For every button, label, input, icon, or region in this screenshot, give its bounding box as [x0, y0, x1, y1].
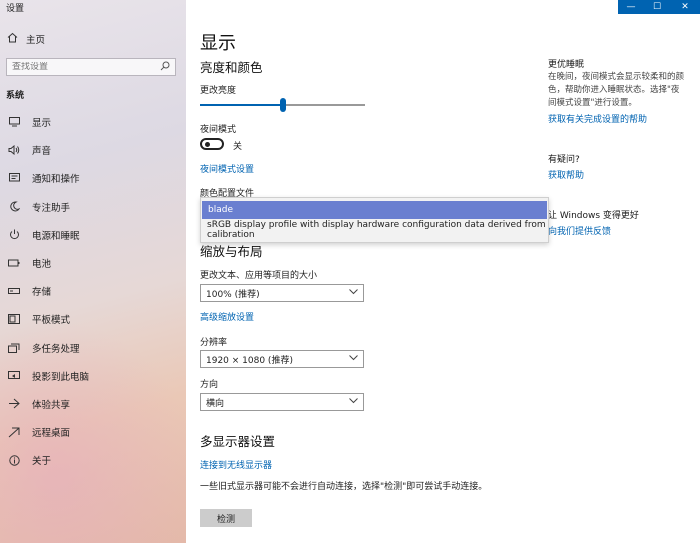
slider-thumb[interactable] — [280, 98, 286, 112]
help-heading: 有疑问? — [548, 155, 580, 165]
feedback-link[interactable]: 向我们提供反馈 — [548, 224, 611, 237]
sidebar-item-label: 电池 — [32, 259, 52, 271]
feedback-heading: 让 Windows 变得更好 — [548, 211, 639, 221]
home-label: 主页 — [26, 35, 46, 46]
section-title: 系统 — [6, 91, 25, 101]
sidebar-item-label: 专注助手 — [32, 202, 71, 214]
slider-fill — [200, 104, 283, 106]
main-content: — ☐ ✕ 显示 亮度和颜色 更改亮度 夜间模式 关 夜间模式设置 颜色配置文件… — [186, 0, 700, 543]
remote-icon — [8, 426, 20, 438]
brightness-slider[interactable] — [200, 98, 365, 112]
sleep-heading: 更优睡眠 — [548, 60, 585, 70]
scale-layout-heading: 缩放与布局 — [200, 244, 263, 259]
sidebar-item-remote-desktop[interactable]: 远程桌面 — [0, 418, 186, 446]
color-profile-option[interactable]: sRGB display profile with display hardwa… — [201, 219, 548, 240]
multi-display-heading: 多显示器设置 — [200, 434, 276, 449]
multi-display-note: 一些旧式显示器可能不会进行自动连接，选择"检测"即可尝试手动连接。 — [200, 482, 488, 492]
home-icon — [6, 32, 18, 46]
sidebar-item-label: 声音 — [32, 146, 52, 158]
chevron-down-icon — [349, 354, 358, 364]
sidebar-item-sound[interactable]: 声音 — [0, 136, 186, 164]
night-light-settings-link[interactable]: 夜间模式设置 — [200, 162, 254, 175]
sidebar-item-shared-experiences[interactable]: 体验共享 — [0, 390, 186, 418]
scale-value: 100% (推荐) — [206, 289, 260, 300]
sidebar-item-focus-assist[interactable]: 专注助手 — [0, 193, 186, 221]
notification-icon — [8, 172, 20, 184]
info-icon — [8, 454, 20, 466]
sidebar-item-label: 存储 — [32, 287, 52, 299]
orientation-label: 方向 — [200, 380, 219, 390]
resolution-label: 分辨率 — [200, 338, 228, 348]
app-title: 设置 — [6, 4, 25, 14]
sidebar-item-battery[interactable]: 电池 — [0, 249, 186, 277]
sidebar-item-label: 关于 — [32, 456, 52, 468]
detect-button[interactable]: 检测 — [200, 509, 252, 527]
sidebar-item-power-sleep[interactable]: 电源和睡眠 — [0, 221, 186, 249]
window-controls: — ☐ ✕ — [618, 0, 700, 14]
moon-icon — [8, 201, 20, 213]
sidebar-item-about[interactable]: 关于 — [0, 446, 186, 474]
sidebar-nav: 显示 声音 通知和操作 专注助手 电源和睡眠 电池 存储 平板模式 多任务处理 … — [0, 108, 186, 474]
sidebar-item-label: 平板模式 — [32, 315, 71, 327]
sleep-desc-line: 间模式设置"进行设置。 — [548, 98, 637, 108]
search-box[interactable] — [6, 58, 176, 76]
sidebar-item-multitasking[interactable]: 多任务处理 — [0, 334, 186, 362]
sidebar-item-label: 通知和操作 — [32, 174, 80, 186]
page-title: 显示 — [200, 33, 236, 54]
night-light-toggle[interactable] — [200, 138, 224, 150]
sleep-description: 在晚间，夜间模式会显示较柔和的颜 色，帮助你进入睡眠状态。选择"夜 间模式设置"… — [548, 71, 684, 110]
orientation-dropdown[interactable]: 横向 — [200, 393, 364, 411]
night-light-label: 夜间模式 — [200, 125, 237, 135]
power-icon — [8, 229, 20, 241]
storage-icon — [8, 285, 20, 297]
brightness-label: 更改亮度 — [200, 86, 237, 96]
sleep-desc-line: 色，帮助你进入睡眠状态。选择"夜 — [548, 85, 680, 95]
scale-label: 更改文本、应用等项目的大小 — [200, 271, 318, 281]
color-profile-option[interactable]: blade — [202, 201, 547, 219]
resolution-dropdown[interactable]: 1920 × 1080 (推荐) — [200, 350, 364, 368]
color-profile-dropdown-list[interactable]: blade sRGB display profile with display … — [200, 197, 549, 243]
resolution-value: 1920 × 1080 (推荐) — [206, 355, 293, 366]
brightness-heading: 亮度和颜色 — [200, 60, 263, 75]
monitor-icon — [8, 116, 20, 128]
share-icon — [8, 398, 20, 410]
get-help-link[interactable]: 获取帮助 — [548, 168, 584, 181]
minimize-button[interactable]: — — [618, 0, 644, 14]
sidebar-item-project[interactable]: 投影到此电脑 — [0, 362, 186, 390]
sleep-desc-line: 在晚间，夜间模式会显示较柔和的颜 — [548, 72, 685, 82]
battery-icon — [8, 257, 20, 269]
search-icon[interactable] — [160, 61, 170, 74]
orientation-value: 横向 — [206, 398, 225, 409]
chevron-down-icon — [349, 397, 358, 407]
multitask-icon — [8, 342, 20, 354]
scale-dropdown[interactable]: 100% (推荐) — [200, 284, 364, 302]
speaker-icon — [8, 144, 20, 156]
sidebar-item-notifications[interactable]: 通知和操作 — [0, 164, 186, 192]
sidebar-item-display[interactable]: 显示 — [0, 108, 186, 136]
sidebar-item-label: 多任务处理 — [32, 343, 80, 355]
tablet-icon — [8, 313, 20, 325]
chevron-down-icon — [349, 288, 358, 298]
sidebar-item-label: 远程桌面 — [32, 428, 71, 440]
projector-icon — [8, 370, 20, 382]
sidebar-item-label: 体验共享 — [32, 399, 71, 411]
sidebar-item-label: 显示 — [32, 118, 52, 130]
maximize-button[interactable]: ☐ — [644, 0, 670, 14]
sleep-help-link[interactable]: 获取有关完成设置的帮助 — [548, 112, 647, 125]
close-button[interactable]: ✕ — [670, 0, 700, 14]
sidebar-item-storage[interactable]: 存储 — [0, 277, 186, 305]
sidebar-item-label: 投影到此电脑 — [32, 371, 90, 383]
search-input[interactable] — [12, 62, 160, 72]
night-light-state: 关 — [233, 142, 243, 152]
advanced-scaling-link[interactable]: 高级缩放设置 — [200, 310, 254, 323]
sidebar: 设置 主页 系统 显示 声音 通知和操作 专注助手 — [0, 0, 186, 543]
toggle-knob — [205, 142, 210, 147]
sidebar-home[interactable]: 主页 — [6, 31, 45, 47]
wireless-display-link[interactable]: 连接到无线显示器 — [200, 458, 272, 471]
sidebar-item-tablet-mode[interactable]: 平板模式 — [0, 305, 186, 333]
sidebar-item-label: 电源和睡眠 — [32, 230, 80, 242]
